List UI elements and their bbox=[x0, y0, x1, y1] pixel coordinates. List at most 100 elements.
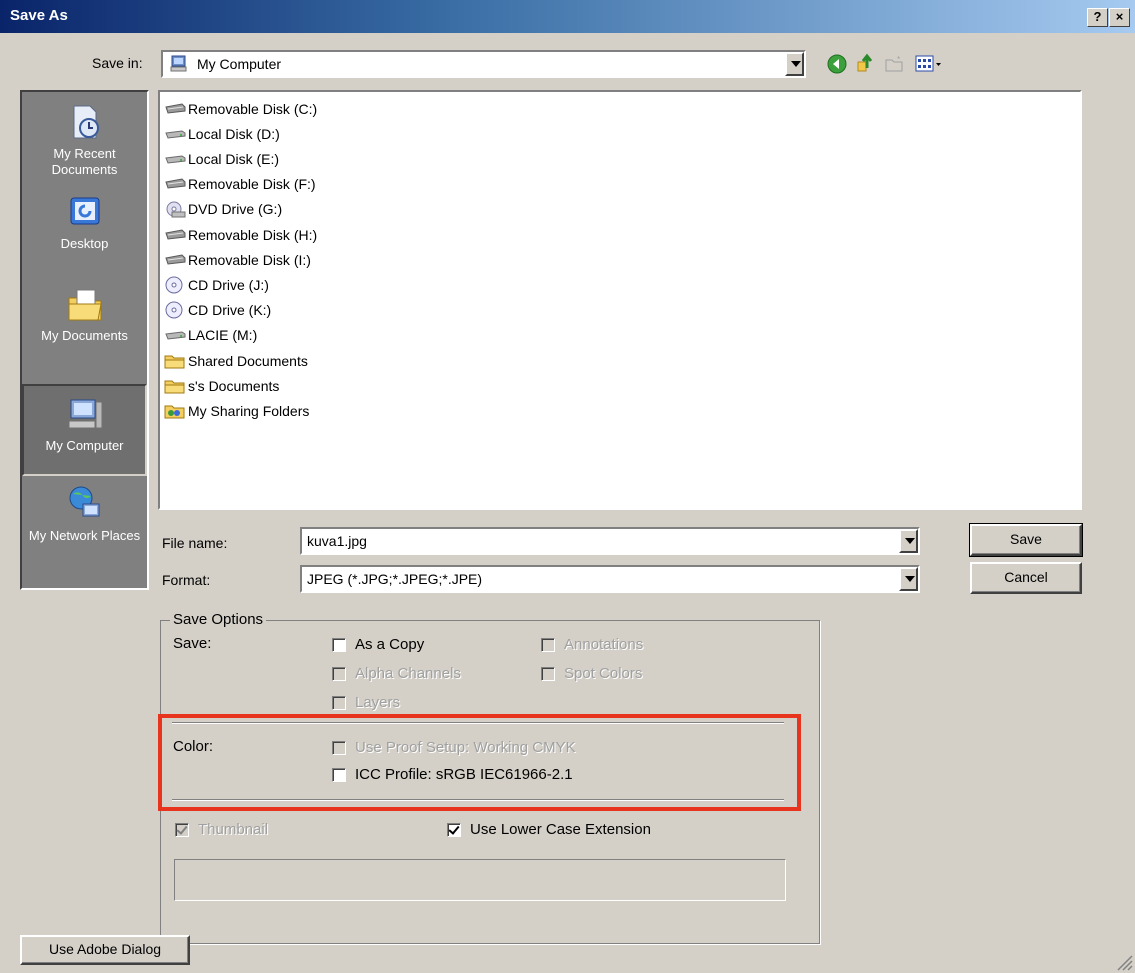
file-list-item[interactable]: DVD Drive (G:) bbox=[164, 197, 282, 222]
file-name-value: kuva1.jpg bbox=[307, 533, 367, 549]
cd-drive-icon bbox=[164, 301, 188, 319]
file-list-item[interactable]: Removable Disk (C:) bbox=[164, 96, 317, 121]
place-label: My Network Places bbox=[28, 528, 141, 543]
removable-disk-icon bbox=[164, 252, 188, 268]
place-recent-documents[interactable]: My Recent Documents bbox=[22, 102, 147, 192]
file-list-item-label: Local Disk (E:) bbox=[188, 150, 280, 167]
cd-drive-icon bbox=[164, 276, 188, 294]
place-my-computer[interactable]: My Computer bbox=[22, 384, 147, 476]
file-list-item-label: DVD Drive (G:) bbox=[188, 201, 283, 218]
format-dropdown[interactable]: JPEG (*.JPG;*.JPEG;*.JPE) bbox=[300, 565, 920, 593]
lower-case-extension-checkbox[interactable]: Use Lower Case Extension bbox=[447, 821, 651, 838]
format-dropdown-arrow[interactable] bbox=[899, 567, 918, 591]
file-list-item[interactable]: LACIE (M:) bbox=[164, 323, 257, 348]
checkbox-box bbox=[541, 637, 555, 652]
checkbox-label: Thumbnail bbox=[198, 821, 269, 838]
thumbnail-checkbox: Thumbnail bbox=[175, 821, 268, 838]
layers-checkbox: Layers bbox=[332, 694, 400, 711]
file-list-item[interactable]: Shared Documents bbox=[164, 348, 308, 373]
place-label: My Documents bbox=[41, 328, 128, 343]
save-options-legend: Save Options bbox=[170, 611, 267, 628]
file-list-item[interactable]: Removable Disk (H:) bbox=[164, 222, 317, 247]
file-list-item-label: LACIE (M:) bbox=[188, 327, 258, 344]
checkbox-label: Annotations bbox=[564, 636, 644, 653]
file-list-item-label: My Sharing Folders bbox=[188, 402, 310, 419]
file-list-item-label: Removable Disk (H:) bbox=[188, 226, 318, 243]
up-folder-icon[interactable] bbox=[855, 52, 877, 74]
file-list-item[interactable]: CD Drive (K:) bbox=[164, 298, 271, 323]
annotations-checkbox: Annotations bbox=[541, 636, 643, 653]
file-list[interactable]: Removable Disk (C:) Local Disk (D:) Local … bbox=[158, 90, 1082, 510]
checkbox-label: Spot Colors bbox=[564, 665, 643, 682]
view-menu-icon[interactable] bbox=[915, 54, 943, 74]
desktop-icon bbox=[70, 197, 99, 225]
save-in-value: My Computer bbox=[197, 56, 282, 72]
spot-colors-checkbox: Spot Colors bbox=[541, 665, 642, 682]
dvd-drive-icon bbox=[164, 200, 188, 218]
cancel-button[interactable]: Cancel bbox=[970, 562, 1082, 594]
file-list-item-label: Removable Disk (F:) bbox=[188, 176, 316, 193]
folder-icon bbox=[164, 352, 188, 370]
close-button[interactable]: × bbox=[1109, 8, 1130, 27]
file-list-item-label: Local Disk (D:) bbox=[188, 125, 280, 142]
file-list-item[interactable]: Removable Disk (F:) bbox=[164, 172, 316, 197]
place-label: Desktop bbox=[60, 236, 109, 251]
title-bar: Save As ? × bbox=[0, 0, 1135, 33]
place-network-places[interactable]: My Network Places bbox=[22, 484, 147, 584]
checkbox-label: Use Lower Case Extension bbox=[470, 821, 651, 838]
checkbox-label: Alpha Channels bbox=[355, 665, 461, 682]
save-label: Save: bbox=[173, 635, 212, 652]
local-disk-icon bbox=[164, 327, 188, 343]
place-my-documents[interactable]: My Documents bbox=[22, 284, 147, 374]
checkbox-box bbox=[332, 695, 346, 710]
removable-disk-icon bbox=[164, 227, 188, 243]
checkbox-box bbox=[332, 666, 346, 681]
as-a-copy-checkbox[interactable]: As a Copy bbox=[332, 636, 424, 653]
save-in-label: Save in: bbox=[92, 55, 143, 71]
checkbox-box bbox=[175, 822, 189, 837]
place-desktop[interactable]: Desktop bbox=[22, 192, 147, 272]
sharing-folder-icon bbox=[164, 402, 188, 420]
svg-text:*: * bbox=[897, 55, 900, 64]
file-name-field[interactable]: kuva1.jpg bbox=[300, 527, 920, 555]
file-list-item[interactable]: My Sharing Folders bbox=[164, 398, 309, 423]
file-list-item-label: Removable Disk (C:) bbox=[188, 100, 318, 117]
back-icon[interactable] bbox=[826, 53, 848, 75]
highlight-box bbox=[158, 714, 801, 811]
local-disk-icon bbox=[164, 126, 188, 142]
checkbox-label: Layers bbox=[355, 694, 401, 711]
file-list-item[interactable]: CD Drive (J:) bbox=[164, 272, 269, 297]
file-list-item-label: CD Drive (J:) bbox=[188, 276, 269, 293]
checkbox-box[interactable] bbox=[447, 822, 461, 837]
network-places-icon bbox=[69, 486, 99, 517]
file-name-dropdown-arrow[interactable] bbox=[899, 529, 918, 553]
file-list-item[interactable]: Removable Disk (I:) bbox=[164, 247, 311, 272]
my-documents-icon bbox=[68, 289, 102, 321]
format-label: Format: bbox=[162, 572, 211, 588]
file-list-item-label: Shared Documents bbox=[188, 352, 308, 369]
file-list-item-label: CD Drive (K:) bbox=[188, 302, 272, 319]
file-list-item-label: s's Documents bbox=[188, 377, 280, 394]
file-list-item[interactable]: Local Disk (D:) bbox=[164, 121, 280, 146]
recent-documents-icon bbox=[73, 105, 99, 139]
file-list-item[interactable]: s's Documents bbox=[164, 373, 279, 398]
new-folder-icon: * bbox=[885, 55, 903, 72]
my-computer-icon bbox=[170, 55, 187, 72]
folder-icon bbox=[164, 377, 188, 395]
help-button[interactable]: ? bbox=[1087, 8, 1108, 27]
file-list-item[interactable]: Local Disk (E:) bbox=[164, 146, 279, 171]
place-label: My Computer bbox=[45, 438, 124, 453]
preview-field bbox=[174, 859, 786, 901]
removable-disk-icon bbox=[164, 101, 188, 117]
save-in-dropdown-arrow[interactable] bbox=[785, 52, 804, 76]
alpha-channels-checkbox: Alpha Channels bbox=[332, 665, 461, 682]
checkbox-box[interactable] bbox=[332, 637, 346, 652]
my-computer-icon bbox=[68, 399, 102, 429]
checkbox-box bbox=[541, 666, 555, 681]
resize-grip-icon[interactable] bbox=[1115, 953, 1133, 971]
save-button[interactable]: Save bbox=[969, 523, 1083, 557]
places-bar: My Recent Documents Desktop My Documents… bbox=[20, 90, 149, 590]
use-adobe-dialog-button[interactable]: Use Adobe Dialog bbox=[20, 935, 190, 965]
format-value: JPEG (*.JPG;*.JPEG;*.JPE) bbox=[307, 571, 483, 587]
save-in-dropdown[interactable]: My Computer bbox=[161, 50, 806, 78]
